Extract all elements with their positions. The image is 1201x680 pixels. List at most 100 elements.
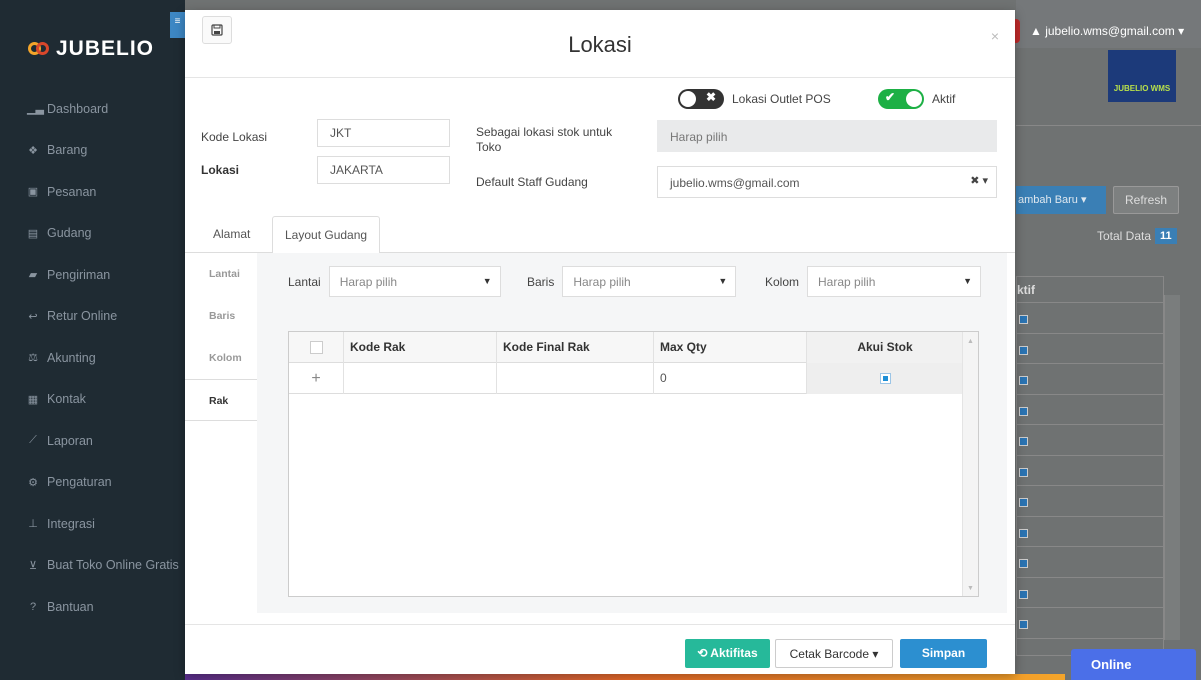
subnav-item-baris[interactable]: Baris bbox=[185, 295, 257, 337]
cell-kode-rak[interactable] bbox=[344, 363, 497, 394]
scroll-down-icon[interactable]: ▼ bbox=[967, 585, 974, 592]
add-new-button[interactable]: ambah Baru ▾ bbox=[1016, 186, 1106, 214]
logo-text: JUBELIO bbox=[56, 37, 155, 60]
sidebar: JUBELIO ≡ ▁▃ Dashboard ❖ Barang ▣ Pesanan ▤ Gud… bbox=[0, 0, 185, 680]
aktif-toggle-group: ✔ Aktif bbox=[878, 88, 955, 110]
kolom-filter-label: Kolom bbox=[765, 274, 800, 289]
progress-strip bbox=[185, 674, 1065, 680]
col-kode-final-rak[interactable]: Kode Final Rak bbox=[497, 332, 654, 363]
sidebar-item-akunting[interactable]: ⚖ Akunting bbox=[0, 337, 185, 379]
sidebar-item-label: Integrasi bbox=[47, 516, 95, 531]
cell-akui-stok[interactable] bbox=[807, 363, 964, 394]
line-chart-icon: ⟋ bbox=[29, 434, 37, 447]
history-icon: ⟲ bbox=[697, 646, 711, 660]
modal-tabs: Alamat Layout Gudang bbox=[185, 216, 1015, 254]
grid-scrollbar[interactable]: ▲ ▼ bbox=[962, 332, 978, 596]
table-row: + 0 bbox=[289, 363, 964, 394]
sidebar-item-kontak[interactable]: ▦ Kontak bbox=[0, 379, 185, 421]
reply-icon: ↩ bbox=[28, 310, 38, 323]
sidebar-item-pengaturan[interactable]: ⚙ Pengaturan bbox=[0, 462, 185, 504]
outlet-pos-toggle[interactable]: ✖ bbox=[678, 89, 724, 109]
akui-stok-checkbox[interactable] bbox=[879, 373, 891, 385]
kode-lokasi-input[interactable]: JKT bbox=[317, 119, 450, 147]
sidebar-item-label: Bantuan bbox=[47, 599, 94, 614]
sidebar-nav: ▁▃ Dashboard ❖ Barang ▣ Pesanan ▤ Gudang ▰ Pengir… bbox=[0, 88, 185, 628]
select-all-checkbox[interactable] bbox=[289, 332, 344, 363]
sidebar-item-bantuan[interactable]: ? Bantuan bbox=[0, 586, 185, 628]
cetak-barcode-button[interactable]: Cetak Barcode ▾ bbox=[775, 639, 893, 668]
layout-subnav: Lantai Baris Kolom Rak bbox=[185, 253, 257, 613]
sidebar-item-retur-online[interactable]: ↩ Retur Online bbox=[0, 296, 185, 338]
baris-placeholder: Harap pilih bbox=[573, 275, 631, 289]
background-scrollbar[interactable] bbox=[1164, 295, 1180, 640]
table-row bbox=[1017, 334, 1163, 364]
subnav-item-lantai[interactable]: Lantai bbox=[185, 253, 257, 295]
table-row bbox=[1017, 456, 1163, 486]
table-row bbox=[1017, 486, 1163, 517]
lantai-filter-label: Lantai bbox=[288, 274, 321, 289]
sidebar-item-laporan[interactable]: ⟋ Laporan bbox=[0, 420, 185, 462]
kolom-filter: Kolom Harap pilih ▼ bbox=[765, 266, 982, 297]
baris-filter-label: Baris bbox=[527, 274, 555, 289]
chevron-down-icon: ▼ bbox=[963, 276, 973, 286]
wms-logo: JUBELIO WMS bbox=[1108, 50, 1176, 102]
sidebar-item-label: Kontak bbox=[47, 392, 86, 407]
grid-header: Kode Rak Kode Final Rak Max Qty Akui Sto… bbox=[289, 332, 964, 363]
lantai-filter: Lantai Harap pilih ▼ bbox=[288, 266, 501, 297]
aktifitas-button[interactable]: ⟲ Aktifitas bbox=[685, 639, 770, 668]
lantai-placeholder: Harap pilih bbox=[339, 275, 398, 289]
sidebar-item-label: Dashboard bbox=[47, 101, 109, 116]
menu-toggle-icon[interactable]: ≡ bbox=[170, 12, 185, 38]
table-row bbox=[1017, 547, 1163, 578]
baris-select[interactable]: Harap pilih ▼ bbox=[562, 266, 737, 297]
add-row-icon[interactable]: + bbox=[289, 363, 344, 394]
sidebar-item-dashboard[interactable]: ▁▃ Dashboard bbox=[0, 88, 185, 130]
col-kode-rak[interactable]: Kode Rak bbox=[344, 332, 497, 363]
user-menu[interactable]: ▲ jubelio.wms@gmail.com ▾ bbox=[1030, 24, 1184, 38]
outlet-pos-label: Lokasi Outlet POS bbox=[732, 92, 831, 106]
sidebar-item-label: Pengaturan bbox=[47, 475, 112, 490]
aktif-label: Aktif bbox=[932, 92, 956, 106]
scroll-up-icon[interactable]: ▲ bbox=[967, 338, 974, 345]
staff-gudang-select[interactable]: jubelio.wms@gmail.com ✖ ▾ bbox=[657, 166, 997, 198]
subnav-item-kolom[interactable]: Kolom bbox=[185, 337, 257, 379]
lokasi-input[interactable]: JAKARTA bbox=[317, 156, 450, 184]
lokasi-label: Lokasi bbox=[201, 163, 240, 177]
gift-icon: ▣ bbox=[27, 186, 39, 199]
table-row bbox=[1017, 303, 1163, 334]
sidebar-item-pesanan[interactable]: ▣ Pesanan bbox=[0, 171, 185, 213]
outlet-pos-toggle-group: ✖ Lokasi Outlet POS bbox=[678, 88, 831, 110]
clear-and-chevron-icon[interactable]: ✖ ▾ bbox=[970, 174, 988, 187]
lantai-select[interactable]: Harap pilih ▼ bbox=[328, 266, 501, 297]
sidebar-item-label: Gudang bbox=[47, 226, 92, 241]
sidebar-item-label: Pesanan bbox=[47, 184, 97, 199]
close-icon[interactable]: × bbox=[991, 28, 999, 44]
sidebar-item-label: Laporan bbox=[47, 433, 93, 448]
col-akui-stok[interactable]: Akui Stok bbox=[807, 332, 964, 363]
online-chat-button[interactable]: Online bbox=[1071, 649, 1196, 680]
modal-header: Lokasi × bbox=[185, 10, 1015, 78]
table-row bbox=[1017, 364, 1163, 395]
aktif-toggle[interactable]: ✔ bbox=[878, 89, 924, 109]
balance-scale-icon: ⚖ bbox=[28, 352, 38, 365]
sidebar-item-integrasi[interactable]: ⊥ Integrasi bbox=[0, 503, 185, 545]
sidebar-item-buat-toko-online-gratis[interactable]: ⊻ Buat Toko Online Gratis bbox=[0, 545, 185, 587]
jubelio-logo[interactable]: JUBELIO bbox=[28, 36, 154, 62]
kolom-select[interactable]: Harap pilih ▼ bbox=[807, 266, 982, 297]
cell-max-qty[interactable]: 0 bbox=[654, 363, 807, 394]
subnav-item-rak[interactable]: Rak bbox=[185, 379, 257, 421]
tab-layout-gudang[interactable]: Layout Gudang bbox=[272, 216, 381, 254]
truck-icon: ▰ bbox=[28, 269, 38, 282]
sidebar-item-gudang[interactable]: ▤ Gudang bbox=[0, 213, 185, 255]
cogs-icon: ⚙ bbox=[28, 476, 38, 489]
stok-toko-select[interactable]: Harap pilih bbox=[657, 120, 997, 152]
address-card-icon: ▦ bbox=[27, 393, 39, 406]
sidebar-item-label: Buat Toko Online Gratis bbox=[47, 558, 179, 573]
tab-alamat[interactable]: Alamat bbox=[201, 216, 262, 253]
simpan-button[interactable]: Simpan bbox=[900, 639, 987, 668]
cell-kode-final-rak[interactable] bbox=[497, 363, 654, 394]
col-max-qty[interactable]: Max Qty bbox=[654, 332, 807, 363]
sidebar-item-pengiriman[interactable]: ▰ Pengiriman bbox=[0, 254, 185, 296]
sidebar-item-barang[interactable]: ❖ Barang bbox=[0, 130, 185, 172]
refresh-button[interactable]: Refresh bbox=[1113, 186, 1179, 214]
